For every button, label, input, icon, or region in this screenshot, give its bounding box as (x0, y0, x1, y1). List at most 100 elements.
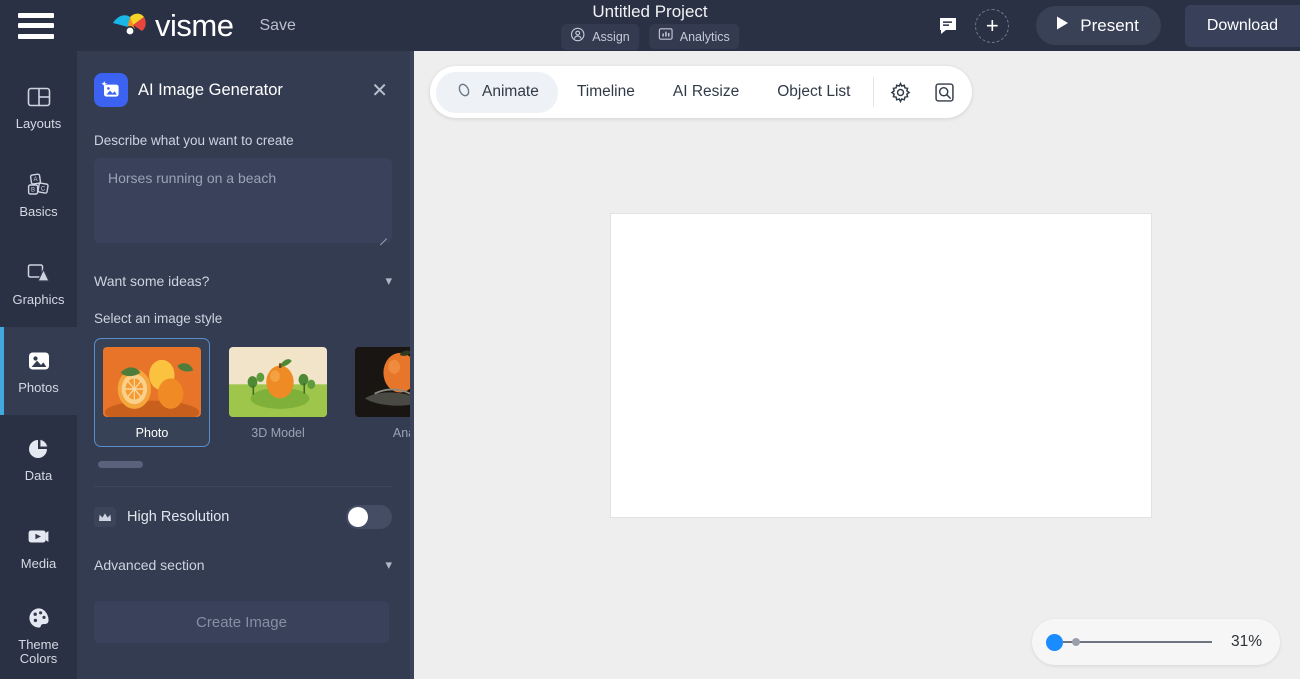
sidebar-item-photos[interactable]: Photos (0, 327, 77, 415)
ai-image-generator-icon (94, 73, 128, 107)
close-icon[interactable]: ✕ (367, 78, 392, 103)
tab-label-object-list: Object List (777, 83, 851, 100)
theme-line1: Theme (18, 636, 59, 652)
top-bar: visme Save Untitled Project Assign Analy… (0, 0, 1300, 51)
style-name-photo: Photo (135, 426, 169, 440)
tab-timeline[interactable]: Timeline (558, 74, 654, 110)
style-carousel-scrollbar[interactable] (98, 461, 143, 468)
zoom-control: 31% (1032, 619, 1280, 665)
prompt-placeholder-text: Horses running on a beach (108, 170, 277, 186)
add-plus-icon: + (975, 8, 1010, 43)
canvas-workspace: Animate Timeline AI Resize Object List 3… (414, 51, 1300, 679)
download-button[interactable]: Download (1184, 4, 1300, 47)
sidebar-label-basics: Basics (19, 203, 58, 219)
create-image-button[interactable]: Create Image (94, 601, 389, 643)
sidebar-label-theme-colors: Theme Colors (18, 636, 59, 667)
ideas-label: Want some ideas? (94, 273, 210, 289)
theme-line2: Colors (19, 651, 58, 666)
ai-image-generator-panel: AI Image Generator ✕ Describe what you w… (77, 51, 414, 679)
zoom-slider[interactable] (1046, 633, 1212, 651)
crown-premium-icon (94, 507, 116, 527)
canvas-slide[interactable] (611, 214, 1151, 517)
svg-text:B: B (30, 187, 34, 193)
left-sidebar: Layouts A B C Basics Graphics Photos Dat… (0, 51, 77, 679)
layouts-icon (25, 83, 53, 111)
zoom-percentage: 31% (1230, 633, 1262, 650)
zoom-search-icon[interactable] (922, 70, 966, 114)
brand-name: visme (155, 7, 234, 43)
style-name-analog: Ana (392, 426, 414, 440)
style-thumb-photo (103, 347, 201, 417)
textarea-resize-handle[interactable] (378, 230, 388, 240)
photos-image-icon (25, 347, 53, 375)
tab-animate[interactable]: Animate (436, 71, 558, 113)
chevron-down-icon: ▾ (385, 273, 392, 288)
visme-editor: visme Save Untitled Project Assign Analy… (0, 0, 1300, 679)
present-button[interactable]: Present (1036, 6, 1161, 45)
media-video-icon (25, 523, 53, 551)
ideas-accordion[interactable]: Want some ideas? ▾ (94, 261, 392, 301)
sidebar-label-graphics: Graphics (12, 291, 65, 307)
assign-button[interactable]: Assign (561, 23, 639, 50)
tab-label-animate: Animate (482, 83, 539, 100)
project-actions: Assign Analytics (561, 23, 739, 50)
advanced-section-accordion[interactable]: Advanced section ▾ (94, 545, 392, 585)
sidebar-label-photos: Photos (18, 379, 59, 395)
sidebar-item-basics[interactable]: A B C Basics (0, 151, 77, 239)
sidebar-item-theme-colors[interactable]: Theme Colors (0, 591, 77, 679)
add-button[interactable]: + (970, 4, 1014, 48)
style-card-photo[interactable]: Photo (94, 338, 210, 447)
panel-title: AI Image Generator (138, 80, 283, 99)
play-icon (1055, 15, 1070, 36)
sidebar-label-data: Data (24, 467, 53, 483)
style-section-label: Select an image style (94, 311, 223, 326)
animate-icon (455, 81, 473, 104)
sidebar-item-media[interactable]: Media (0, 503, 77, 591)
project-info: Untitled Project Assign Analytics (561, 0, 739, 51)
chevron-down-icon: ▾ (385, 557, 392, 572)
visme-logo[interactable]: visme (111, 7, 234, 44)
assign-label: Assign (592, 29, 630, 44)
style-thumb-analog (355, 347, 414, 417)
toolbar-divider (873, 77, 875, 107)
panel-header: AI Image Generator ✕ (94, 73, 392, 107)
style-carousel[interactable]: Photo 3D Model Ana (94, 338, 414, 447)
project-title[interactable]: Untitled Project (592, 2, 707, 22)
zoom-slider-handle[interactable] (1046, 633, 1063, 651)
svg-text:A: A (33, 177, 37, 183)
style-name-3d-model: 3D Model (251, 426, 305, 440)
prompt-input[interactable]: Horses running on a beach (94, 158, 392, 243)
hamburger-menu-icon[interactable] (18, 12, 54, 39)
high-resolution-row: High Resolution (94, 487, 392, 545)
style-card-analog[interactable]: Ana (346, 338, 414, 447)
analytics-chart-icon (658, 27, 673, 46)
assign-user-icon (570, 27, 585, 47)
analytics-label: Analytics (679, 29, 730, 44)
toggle-knob (348, 507, 368, 527)
style-card-3d-model[interactable]: 3D Model (220, 338, 336, 447)
present-label: Present (1080, 15, 1139, 35)
tab-ai-resize[interactable]: AI Resize (654, 74, 758, 110)
data-piechart-icon (25, 435, 53, 463)
analytics-button[interactable]: Analytics (648, 24, 739, 49)
style-thumb-3d-model (229, 347, 327, 417)
svg-text:C: C (40, 186, 45, 192)
canvas-toolbar: Animate Timeline AI Resize Object List (430, 66, 973, 118)
basics-blocks-icon: A B C (25, 171, 53, 199)
high-resolution-toggle[interactable] (346, 505, 392, 529)
save-button[interactable]: Save (259, 17, 295, 35)
sidebar-item-data[interactable]: Data (0, 415, 77, 503)
prompt-label: Describe what you want to create (94, 133, 294, 148)
sidebar-label-layouts: Layouts (15, 115, 62, 131)
advanced-section-label: Advanced section (94, 557, 205, 573)
theme-palette-icon (25, 604, 53, 632)
tab-label-timeline: Timeline (576, 83, 635, 100)
tab-label-ai-resize: AI Resize (672, 83, 740, 100)
comment-icon[interactable] (926, 4, 970, 48)
settings-gear-icon[interactable] (878, 70, 922, 114)
graphics-icon (25, 259, 53, 287)
sidebar-item-layouts[interactable]: Layouts (0, 63, 77, 151)
sidebar-label-media: Media (20, 555, 57, 571)
sidebar-item-graphics[interactable]: Graphics (0, 239, 77, 327)
tab-object-list[interactable]: Object List (758, 74, 869, 110)
